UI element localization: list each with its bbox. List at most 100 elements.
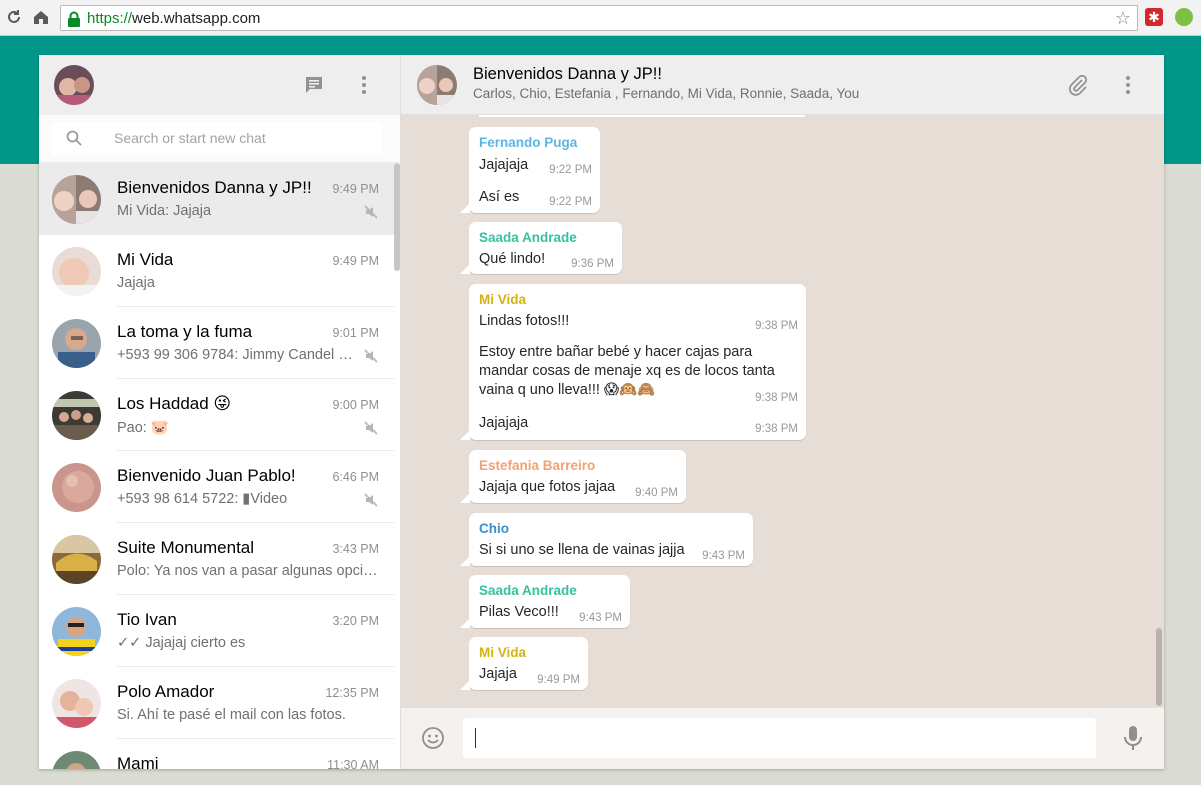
muted-icon	[363, 420, 379, 436]
chat-time: 3:20 PM	[332, 614, 379, 628]
chat-name: Mami	[117, 754, 159, 769]
bubble-tail	[460, 680, 470, 690]
chat-preview: Mi Vida: Jajaja	[117, 203, 212, 219]
message-bubble[interactable]: Fernando Puga Jajajaja 9:22 PM Así es 9:…	[460, 127, 600, 213]
chat-name: Tio Ivan	[117, 610, 177, 629]
message-sender: Mi Vida	[479, 292, 527, 307]
message-sender: Mi Vida	[479, 645, 527, 660]
chat-item-tio-ivan[interactable]: Tio Ivan 3:20 PM ✓✓ Jajajaj cierto es	[39, 595, 394, 667]
chat-list: Bienvenidos Danna y JP!! 9:49 PM Mi Vida…	[39, 163, 400, 769]
search-bar	[39, 115, 400, 163]
chat-name: Bienvenidos Danna y JP!!	[117, 178, 312, 197]
message-bubble[interactable]: Mi Vida Lindas fotos!!! 9:38 PM Estoy en…	[460, 284, 806, 440]
chat-time: 3:43 PM	[332, 542, 379, 556]
message-sender: Saada Andrade	[479, 230, 577, 245]
conversation-menu-icon[interactable]	[1116, 73, 1140, 97]
chat-item-bienvenido-juan-pablo[interactable]: Bienvenido Juan Pablo! 6:46 PM +593 98 6…	[39, 451, 394, 523]
conversation-participants: Carlos, Chio, Estefania , Fernando, Mi V…	[473, 86, 860, 101]
chat-name: Mi Vida	[117, 250, 174, 269]
chat-preview: ✓✓ Jajajaj cierto es	[117, 635, 246, 651]
message-text: Jajaja que fotos jajaa	[479, 479, 616, 495]
bubble-tail	[460, 430, 470, 440]
conversation-pane: Bienvenidos Danna y JP!! Carlos, Chio, E…	[401, 55, 1164, 769]
attach-icon[interactable]	[1066, 73, 1090, 97]
search-input[interactable]	[114, 128, 364, 148]
message-text: Si si uno se llena de vainas jajja	[479, 542, 685, 558]
bubble-tail	[460, 264, 470, 274]
conversation-title: Bienvenidos Danna y JP!!	[473, 65, 662, 83]
chat-item-suite-monumental[interactable]: Suite Monumental 3:43 PM Polo: Ya nos va…	[39, 523, 394, 595]
menu-icon[interactable]	[352, 73, 376, 97]
muted-icon	[363, 492, 379, 508]
message-bubble[interactable]: Chio Si si uno se llena de vainas jajja …	[460, 513, 753, 566]
message-bubble[interactable]: Estefania Barreiro Jajaja que fotos jaja…	[460, 450, 686, 503]
chat-preview: +593 98 614 5722: ▮Video	[117, 491, 288, 507]
address-bar[interactable]: https://web.whatsapp.com ☆	[60, 5, 1138, 31]
message-bubble[interactable]: Mi Vida Jajaja 9:49 PM	[460, 637, 588, 690]
browser-toolbar: https://web.whatsapp.com ☆ ✱	[0, 0, 1201, 36]
chat-preview: +593 99 306 9784: Jimmy Candel es un gra…	[117, 347, 359, 363]
chat-name: Suite Monumental	[117, 538, 255, 557]
message-text: Qué lindo!	[479, 251, 546, 267]
chat-time: 9:01 PM	[332, 326, 379, 340]
message-text: Lindas fotos!!!	[479, 313, 570, 329]
chat-item-los-haddad[interactable]: Los Haddad 😜 9:00 PM Pao: 🐷	[39, 379, 394, 451]
chat-avatar	[52, 319, 101, 368]
message-text: Jajajaja	[479, 415, 529, 431]
message-sender: Chio	[479, 521, 509, 536]
chat-avatar	[52, 175, 101, 224]
chat-item-mi-vida[interactable]: Mi Vida 9:49 PM Jajaja	[39, 235, 394, 307]
bubble-tail	[460, 556, 470, 566]
lock-icon	[67, 11, 81, 27]
sidebar: Bienvenidos Danna y JP!! 9:49 PM Mi Vida…	[39, 55, 401, 769]
message-scrollbar[interactable]	[1156, 628, 1162, 706]
chat-item-mami[interactable]: Mami 11:30 AM	[39, 739, 394, 769]
message-sender: Estefania Barreiro	[479, 458, 596, 473]
home-icon[interactable]	[32, 8, 50, 26]
chat-name: Bienvenido Juan Pablo!	[117, 466, 296, 485]
extension-green-icon[interactable]	[1175, 8, 1193, 26]
conversation-header[interactable]: Bienvenidos Danna y JP!! Carlos, Chio, E…	[401, 55, 1164, 115]
extension-red-icon[interactable]: ✱	[1145, 8, 1163, 26]
emoji-icon[interactable]	[421, 726, 445, 750]
chat-avatar	[52, 607, 101, 656]
message-bubble[interactable]: Saada Andrade Pilas Veco!!! 9:43 PM	[460, 575, 630, 628]
search-box	[52, 122, 383, 155]
chat-item-bienvenidos-danna-jp[interactable]: Bienvenidos Danna y JP!! 9:49 PM Mi Vida…	[39, 163, 394, 235]
message-text: Estoy entre bañar bebé y hacer cajas par…	[479, 344, 775, 398]
text-caret	[475, 728, 476, 748]
my-avatar[interactable]	[54, 65, 94, 105]
chat-avatar	[52, 463, 101, 512]
chat-avatar	[52, 679, 101, 728]
previous-message-edge	[479, 115, 805, 117]
chat-time: 12:35 PM	[325, 686, 379, 700]
new-chat-icon[interactable]	[302, 73, 326, 97]
chat-name: La toma y la fuma	[117, 322, 253, 341]
message-input[interactable]	[463, 718, 1096, 758]
message-area[interactable]: Fernando Puga Jajajaja 9:22 PM Así es 9:…	[401, 115, 1164, 708]
chat-preview: Polo: Ya nos van a pasar algunas opcione…	[117, 563, 379, 579]
chat-name: Polo Amador	[117, 682, 215, 701]
chat-time: 9:49 PM	[332, 182, 379, 196]
muted-icon	[363, 204, 379, 220]
message-time: 9:40 PM	[635, 487, 678, 499]
bubble-tail	[460, 203, 470, 213]
chat-preview: Pao: 🐷	[117, 420, 169, 436]
chat-time: 9:49 PM	[332, 254, 379, 268]
message-time: 9:38 PM	[755, 392, 798, 404]
sidebar-header	[39, 55, 400, 115]
group-avatar[interactable]	[417, 65, 457, 105]
chat-item-polo-amador[interactable]: Polo Amador 12:35 PM Si. Ahí te pasé el …	[39, 667, 394, 739]
message-time: 9:22 PM	[549, 196, 592, 208]
chat-item-la-toma-y-la-fuma[interactable]: La toma y la fuma 9:01 PM +593 99 306 97…	[39, 307, 394, 379]
whatsapp-app: Bienvenidos Danna y JP!! 9:49 PM Mi Vida…	[39, 55, 1164, 769]
message-bubble[interactable]: Saada Andrade Qué lindo! 9:36 PM	[460, 222, 622, 274]
message-time: 9:43 PM	[702, 550, 745, 562]
sidebar-scrollbar[interactable]	[394, 163, 400, 271]
bubble-tail	[460, 618, 470, 628]
reload-icon[interactable]	[5, 8, 23, 26]
microphone-icon[interactable]	[1121, 724, 1145, 752]
message-time: 9:38 PM	[755, 423, 798, 435]
bookmark-star-icon[interactable]: ☆	[1115, 8, 1131, 29]
message-text: Jajaja	[479, 666, 517, 682]
